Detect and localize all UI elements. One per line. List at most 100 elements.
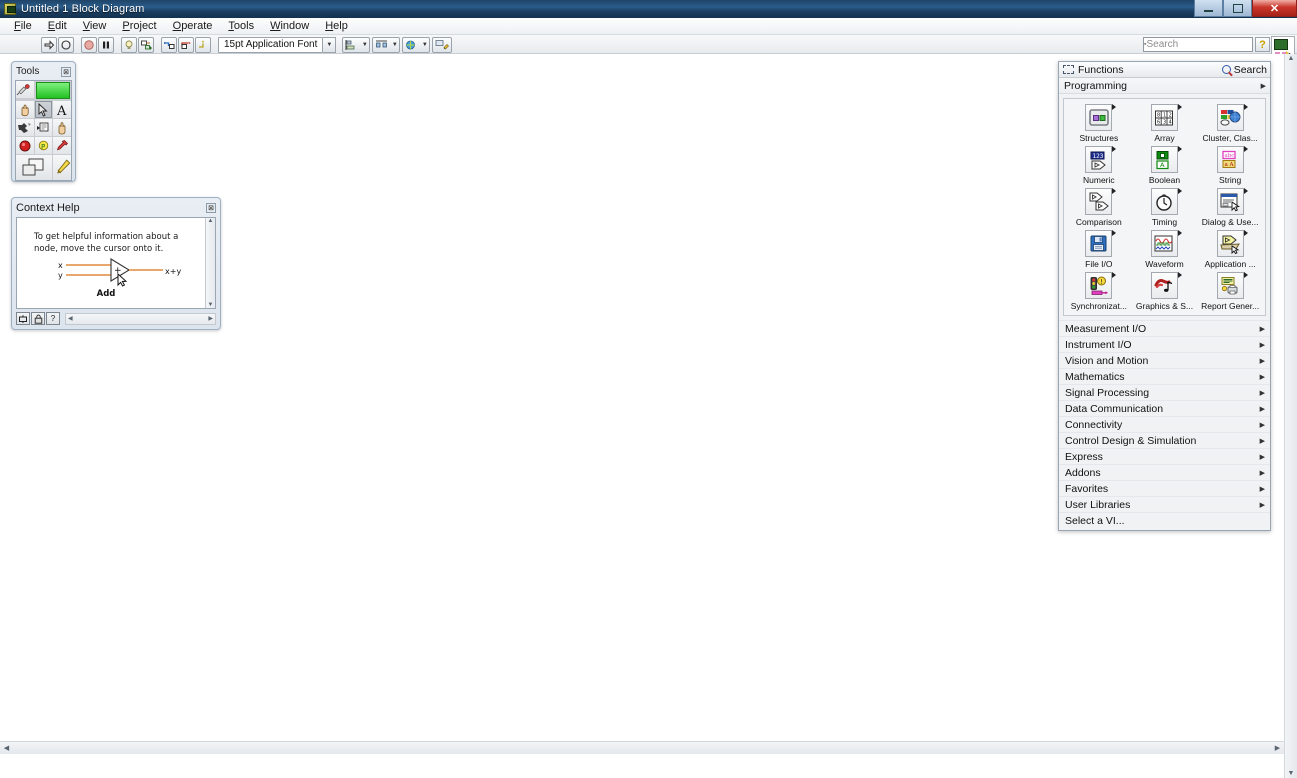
palette-category-measurement-io[interactable]: Measurement I/O ▶ (1059, 320, 1270, 336)
run-continuously-button[interactable] (58, 36, 74, 53)
font-dropdown-arrow[interactable]: ▼ (323, 36, 337, 53)
align-objects-control[interactable]: ▼ (342, 36, 371, 53)
menu-project[interactable]: Project (114, 19, 164, 33)
submenu-arrow-icon (1243, 188, 1248, 194)
minimize-button[interactable] (1194, 0, 1223, 17)
context-help-window[interactable]: Context Help ⊠ To get helpful informatio… (11, 197, 221, 330)
menu-file[interactable]: File (6, 19, 40, 33)
help-scroll-down-arrow-icon[interactable]: ▼ (208, 302, 214, 308)
run-button[interactable] (41, 36, 57, 53)
palette-item-synchronization[interactable]: ! Synchronizat... (1066, 272, 1132, 311)
tools-palette-window[interactable]: Tools ⊠ A P (11, 61, 76, 182)
step-into-button[interactable] (161, 36, 177, 53)
connect-wire-tool[interactable] (16, 119, 34, 136)
clean-up-diagram-button[interactable] (432, 36, 453, 53)
menu-operate[interactable]: Operate (165, 19, 221, 33)
palette-category-mathematics[interactable]: Mathematics ▶ (1059, 368, 1270, 384)
palette-category-addons[interactable]: Addons ▶ (1059, 464, 1270, 480)
palette-item-boolean[interactable]: A Boolean (1132, 146, 1198, 185)
palette-section-programming[interactable]: Programming ▶ (1059, 78, 1270, 94)
palette-category-data-communication[interactable]: Data Communication ▶ (1059, 400, 1270, 416)
menu-edit[interactable]: Edit (40, 19, 75, 33)
palette-category-user-libraries[interactable]: User Libraries ▶ (1059, 496, 1270, 512)
show-optional-terminals-button[interactable] (16, 312, 30, 325)
scroll-down-arrow-icon[interactable]: ▼ (1288, 769, 1295, 778)
set-color-tool[interactable] (16, 155, 53, 180)
help-scroll-right-arrow-icon[interactable]: ▶ (208, 315, 213, 322)
operate-value-tool[interactable] (16, 101, 34, 118)
distribute-dropdown-arrow: ▼ (391, 41, 398, 48)
functions-palette-search-button[interactable]: Search (1221, 64, 1267, 76)
detailed-help-button[interactable]: ? (46, 312, 60, 325)
automatic-tool-selection-indicator[interactable] (35, 82, 70, 99)
functions-palette-window[interactable]: Functions Search Programming ▶ Structure… (1058, 61, 1271, 531)
context-help-horizontal-scrollbar[interactable]: ◀ ▶ (65, 312, 216, 325)
context-help-toggle-button[interactable]: ? (1255, 37, 1270, 52)
menu-tools[interactable]: Tools (220, 19, 262, 33)
scroll-left-arrow-icon[interactable]: ◀ (0, 744, 13, 752)
palette-category-control-design-simulation[interactable]: Control Design & Simulation ▶ (1059, 432, 1270, 448)
palette-item-dialog-user-interface[interactable]: Dialog & Use... (1197, 188, 1263, 227)
palette-category-connectivity[interactable]: Connectivity ▶ (1059, 416, 1270, 432)
paint-tool[interactable] (53, 155, 71, 180)
palette-item-cluster-class-variant[interactable]: Cluster, Clas... (1197, 104, 1263, 143)
help-scroll-left-arrow-icon[interactable]: ◀ (68, 315, 73, 322)
tools-palette-close-icon[interactable]: ⊠ (61, 66, 71, 77)
palette-category-select-a-vi[interactable]: Select a VI... (1059, 512, 1270, 528)
help-scroll-up-arrow-icon[interactable]: ▲ (208, 218, 214, 224)
palette-item-file-io[interactable]: File I/O (1066, 230, 1132, 269)
palette-category-signal-processing[interactable]: Signal Processing ▶ (1059, 384, 1270, 400)
palette-item-report-generation[interactable]: Report Gener... (1197, 272, 1263, 311)
svg-text:1: 1 (1163, 112, 1166, 118)
palette-category-instrument-io[interactable]: Instrument I/O ▶ (1059, 336, 1270, 352)
pause-button[interactable] (98, 36, 114, 53)
abort-execution-button[interactable] (81, 36, 97, 53)
scroll-right-arrow-icon[interactable]: ▶ (1271, 744, 1284, 752)
get-color-tool[interactable] (53, 137, 71, 154)
palette-item-string[interactable]: abc a A String (1197, 146, 1263, 185)
search-box[interactable]: ▪ (1143, 37, 1292, 52)
vertical-scrollbar[interactable]: ▲ ▼ (1284, 54, 1297, 778)
edit-text-tool[interactable]: A (53, 101, 71, 118)
highlight-execution-button[interactable] (121, 36, 137, 53)
close-button[interactable]: ✕ (1252, 0, 1297, 17)
context-help-body: To get helpful information about a node,… (16, 217, 216, 309)
menu-help[interactable]: Help (317, 19, 356, 33)
step-out-button[interactable] (195, 36, 211, 53)
context-help-close-icon[interactable]: ⊠ (206, 203, 216, 213)
labview-vi-icon (4, 3, 16, 15)
palette-item-graphics-sound[interactable]: Graphics & S... (1132, 272, 1198, 311)
position-size-select-tool[interactable] (34, 101, 53, 118)
palette-item-array[interactable]: 812 634 Array (1132, 104, 1198, 143)
probe-data-tool[interactable]: P (34, 137, 53, 154)
lock-context-help-button[interactable] (31, 312, 45, 325)
comparison-icon (1085, 188, 1117, 215)
palette-label: File I/O (1085, 259, 1113, 269)
palette-item-application-control[interactable]: Application ... (1197, 230, 1263, 269)
palette-item-timing[interactable]: Timing (1132, 188, 1198, 227)
maximize-button[interactable] (1223, 0, 1252, 17)
set-clear-breakpoint-tool[interactable] (16, 137, 34, 154)
automatic-tool-selection-button[interactable] (16, 81, 34, 98)
menu-window[interactable]: Window (262, 19, 317, 33)
font-selector[interactable]: 15pt Application Font (218, 36, 324, 53)
category-label: Control Design & Simulation (1065, 434, 1197, 447)
palette-item-comparison[interactable]: Comparison (1066, 188, 1132, 227)
scroll-up-arrow-icon[interactable]: ▲ (1288, 54, 1295, 63)
horizontal-scrollbar[interactable]: ◀ ▶ (0, 741, 1284, 754)
pin-icon[interactable] (1062, 64, 1075, 75)
step-over-button[interactable] (178, 36, 194, 53)
object-shortcut-menu-tool[interactable] (34, 119, 53, 136)
menu-view[interactable]: View (75, 19, 115, 33)
context-help-vertical-scrollbar[interactable]: ▲ ▼ (205, 218, 215, 308)
scroll-window-tool[interactable] (53, 119, 71, 136)
distribute-objects-control[interactable]: ▼ (372, 36, 401, 53)
retain-wire-values-button[interactable] (138, 36, 154, 53)
palette-item-structures[interactable]: Structures (1066, 104, 1132, 143)
palette-category-favorites[interactable]: Favorites ▶ (1059, 480, 1270, 496)
palette-category-vision-and-motion[interactable]: Vision and Motion ▶ (1059, 352, 1270, 368)
palette-item-waveform[interactable]: Waveform (1132, 230, 1198, 269)
reorder-objects-control[interactable]: ▼ (402, 36, 431, 53)
palette-item-numeric[interactable]: 123 Numeric (1066, 146, 1132, 185)
palette-category-express[interactable]: Express ▶ (1059, 448, 1270, 464)
